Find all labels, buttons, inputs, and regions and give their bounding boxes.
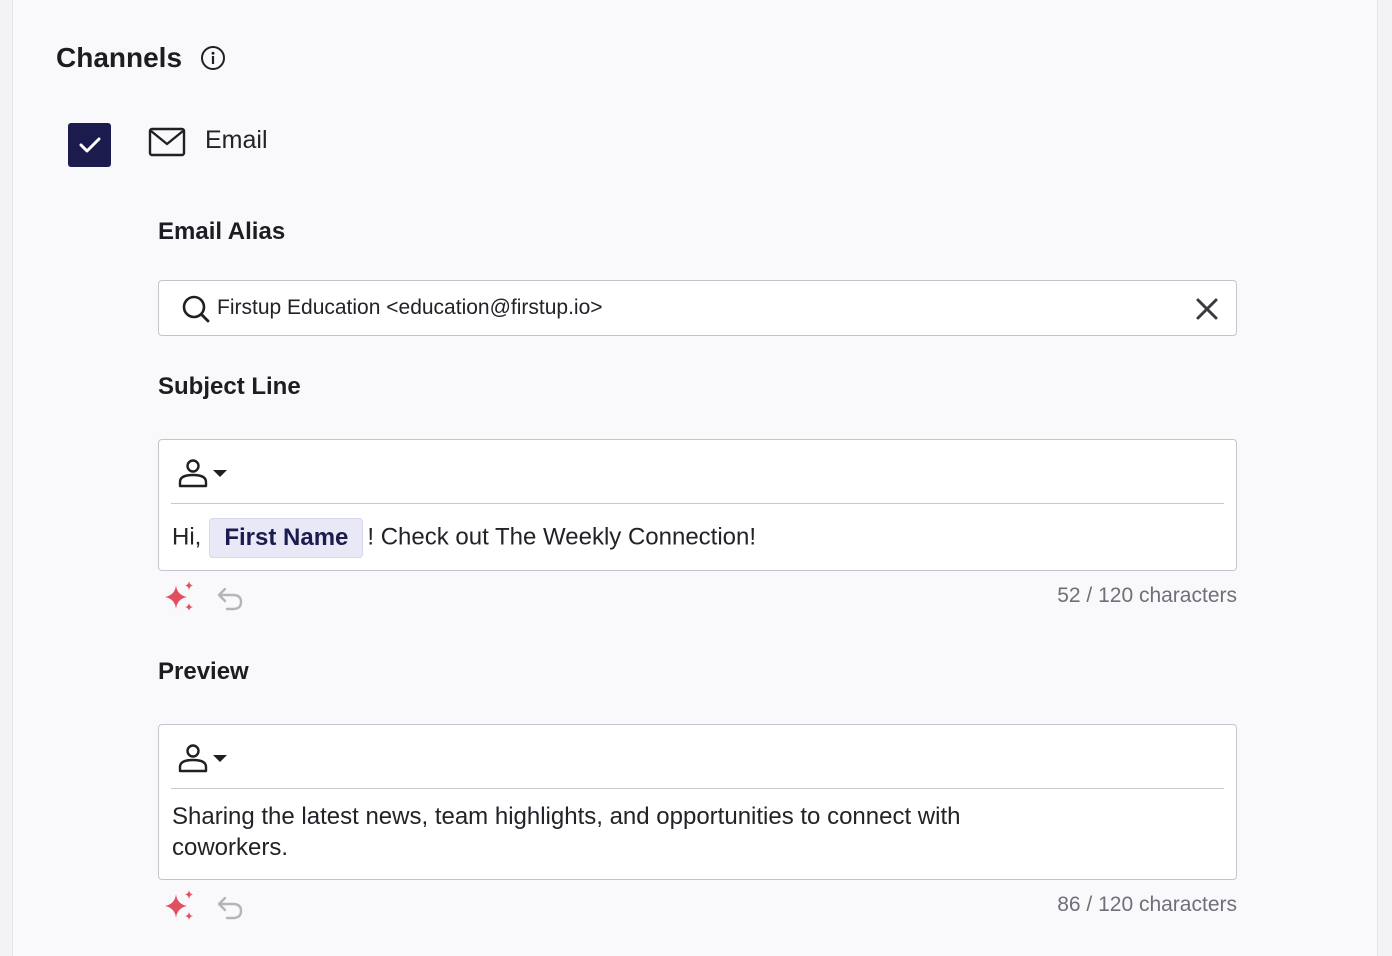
preview-label: Preview xyxy=(158,658,249,685)
undo-icon[interactable] xyxy=(215,583,245,611)
subject-text-before: Hi, xyxy=(172,523,202,551)
subject-text-after: ! Check out The Weekly Connection! xyxy=(367,523,757,551)
email-channel-checkbox[interactable] xyxy=(68,123,111,167)
email-alias-value: Firstup Education <education@firstup.io> xyxy=(217,296,603,319)
sparkle-icon[interactable] xyxy=(163,580,197,614)
mail-icon xyxy=(148,127,186,157)
subject-char-count: 52 / 120 characters xyxy=(1057,584,1237,607)
email-alias-label: Email Alias xyxy=(158,218,286,245)
undo-icon[interactable] xyxy=(215,892,245,920)
subject-line-editor[interactable]: Hi, First Name! Check out The Weekly Conn… xyxy=(158,439,1237,571)
subject-line-label: Subject Line xyxy=(158,373,301,400)
preview-editor-toolbar xyxy=(171,725,1224,789)
close-icon[interactable] xyxy=(1194,296,1220,322)
person-icon xyxy=(178,744,208,773)
channels-title: Channels xyxy=(56,42,183,73)
channels-heading: Channels xyxy=(56,42,226,74)
preview-editor[interactable]: Sharing the latest news, team highlights… xyxy=(158,724,1237,880)
email-channel-label: Email xyxy=(205,126,268,154)
sparkle-icon[interactable] xyxy=(163,889,197,923)
email-alias-input[interactable]: Firstup Education <education@firstup.io> xyxy=(158,280,1237,336)
preview-text[interactable]: Sharing the latest news, team highlights… xyxy=(172,801,1072,863)
caret-down-icon xyxy=(213,470,227,477)
subject-line-text[interactable]: Hi, First Name! Check out The Weekly Conn… xyxy=(172,518,756,558)
preview-tools: 86 / 120 characters xyxy=(163,889,1237,923)
subject-line-tools: 52 / 120 characters xyxy=(163,580,1237,614)
caret-down-icon xyxy=(213,755,227,762)
insert-variable-button[interactable] xyxy=(177,457,231,489)
insert-variable-button[interactable] xyxy=(177,742,231,774)
person-icon xyxy=(178,459,208,488)
subject-editor-toolbar xyxy=(171,440,1224,504)
checkmark-icon xyxy=(79,137,100,153)
info-icon[interactable] xyxy=(200,45,226,71)
preview-char-count: 86 / 120 characters xyxy=(1057,893,1237,916)
first-name-token[interactable]: First Name xyxy=(209,518,364,558)
channels-panel: Channels Email Email Alias Firstup Educa… xyxy=(12,0,1378,956)
search-icon xyxy=(182,295,210,323)
